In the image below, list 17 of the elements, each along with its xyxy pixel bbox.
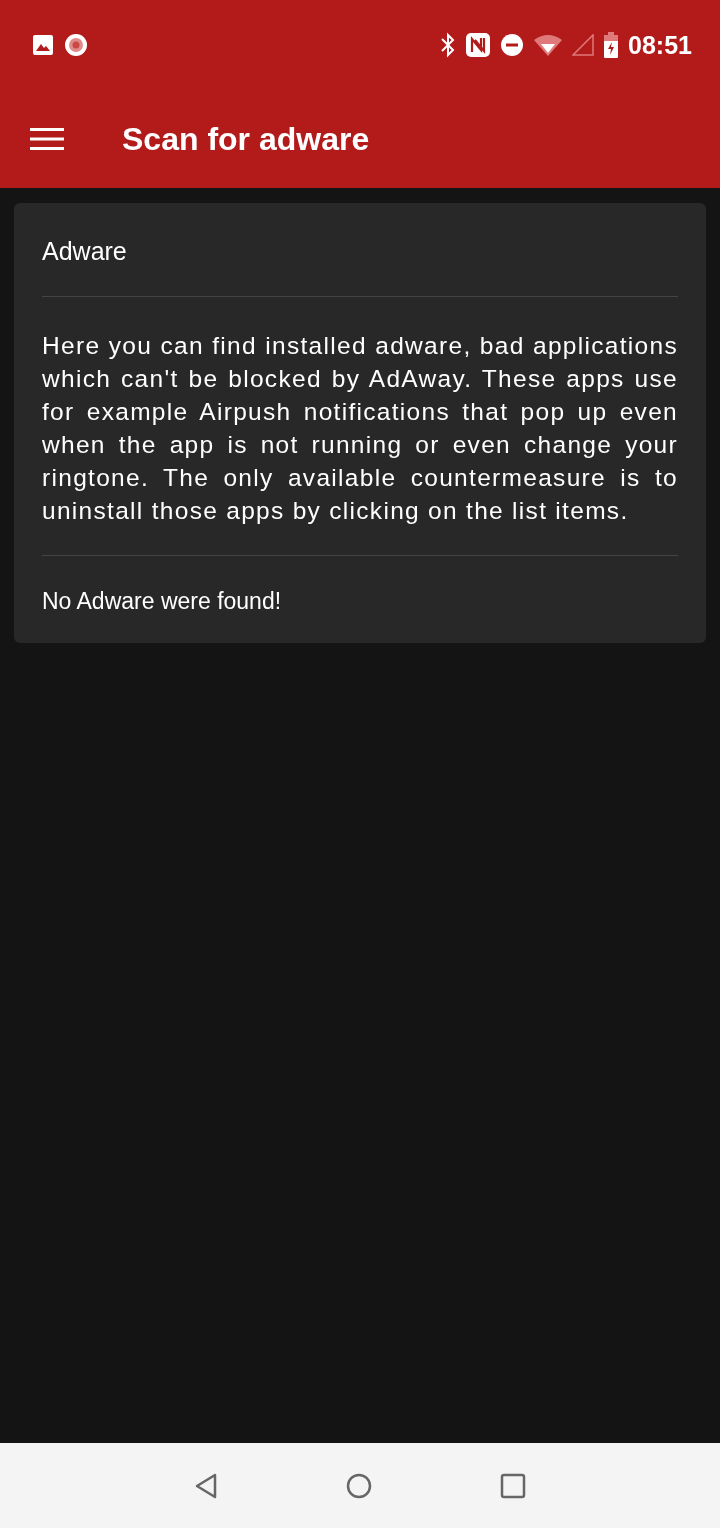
signal-icon	[572, 34, 595, 56]
result-text: No Adware were found!	[42, 587, 283, 616]
nfc-icon	[466, 33, 491, 57]
card-title: Adware	[42, 236, 128, 267]
description-text: Here you can find installed adware, bad applications which can't be blocked by AdAway. These apps use for example Airpush notifications that pop up even when the app is not running or even change your ringtone. The only available countermeasure is to uninstall those apps by clicking on the list items.	[42, 331, 678, 526]
bluetooth-icon	[440, 32, 457, 58]
image-icon	[32, 34, 54, 56]
home-icon[interactable]	[346, 1472, 372, 1499]
do-not-disturb-icon	[500, 33, 525, 57]
wifi-icon	[534, 34, 563, 56]
menu-icon[interactable]	[30, 127, 64, 151]
battery-icon	[604, 32, 619, 58]
record-icon	[64, 33, 88, 57]
recents-icon[interactable]	[500, 1472, 526, 1499]
toolbar-title: Scan for adware	[122, 120, 370, 158]
back-icon[interactable]	[194, 1472, 218, 1499]
clock: 08:51	[628, 30, 692, 60]
